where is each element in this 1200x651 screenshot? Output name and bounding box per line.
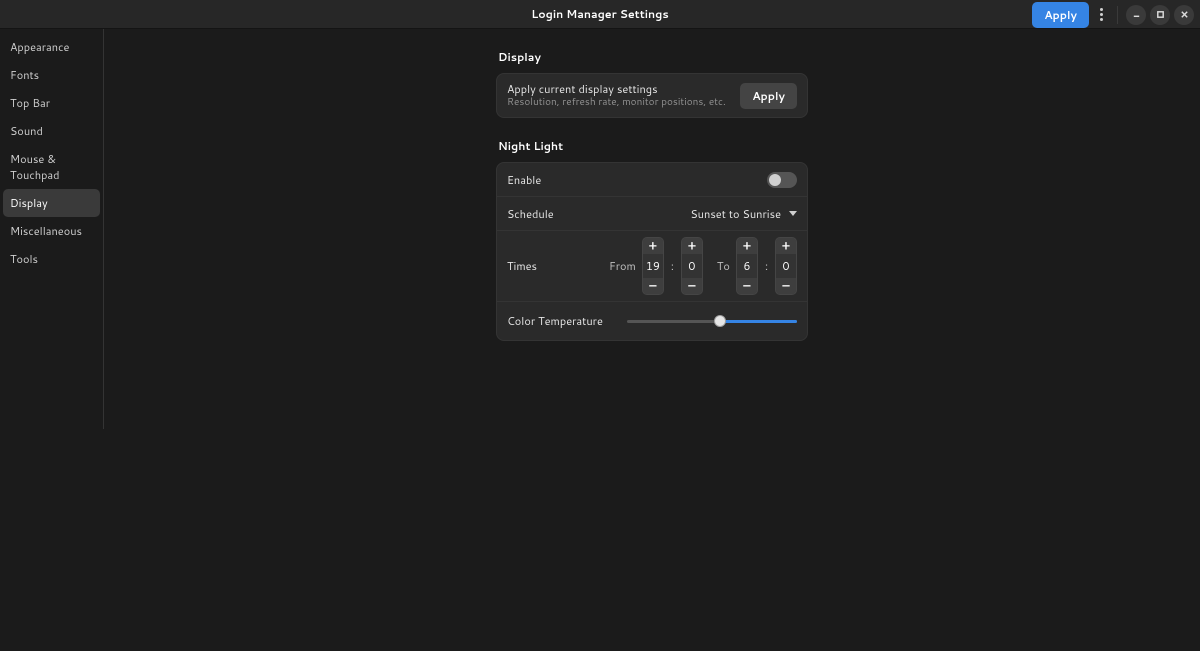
sidebar-item-miscellaneous[interactable]: Miscellaneous — [3, 217, 100, 245]
to-label: To — [717, 258, 730, 274]
to-min-value: 0 — [776, 254, 796, 278]
section-title-display: Display — [498, 49, 808, 65]
apply-display-title: Apply current display settings — [507, 82, 726, 96]
from-min-plus[interactable]: + — [682, 238, 702, 254]
night-light-card: Enable Schedule Sunset to Sunrise Times … — [496, 162, 808, 341]
separator — [1117, 6, 1118, 24]
to-hour-minus[interactable]: – — [737, 278, 757, 294]
apply-display-subtitle: Resolution, refresh rate, monitor positi… — [507, 96, 726, 109]
to-group: To + 6 – : + 0 – — [717, 237, 797, 295]
maximize-button[interactable] — [1150, 5, 1170, 25]
to-hour-spin[interactable]: + 6 – — [736, 237, 758, 295]
kebab-menu-icon[interactable] — [1093, 4, 1109, 26]
to-min-plus[interactable]: + — [776, 238, 796, 254]
sidebar-item-tools[interactable]: Tools — [3, 245, 100, 273]
slider-fill — [720, 320, 797, 323]
from-group: From + 19 – : + 0 – — [609, 237, 703, 295]
close-button[interactable] — [1174, 5, 1194, 25]
enable-row: Enable — [497, 163, 807, 197]
apply-button[interactable]: Apply — [1032, 2, 1089, 28]
from-colon: : — [670, 258, 675, 274]
body: Appearance Fonts Top Bar Sound Mouse & T… — [0, 29, 1200, 651]
schedule-row: Schedule Sunset to Sunrise — [497, 197, 807, 231]
sidebar-item-top-bar[interactable]: Top Bar — [3, 89, 100, 117]
sidebar-item-display[interactable]: Display — [3, 189, 100, 217]
slider-thumb[interactable] — [714, 315, 726, 327]
color-temp-row: Color Temperature — [497, 302, 807, 340]
from-label: From — [609, 258, 636, 274]
times-row: Times From + 19 – : + 0 — [497, 231, 807, 302]
to-min-spin[interactable]: + 0 – — [775, 237, 797, 295]
from-hour-minus[interactable]: – — [643, 278, 663, 294]
enable-label: Enable — [507, 173, 541, 187]
from-hour-plus[interactable]: + — [643, 238, 663, 254]
content-area: Display Apply current display settings R… — [104, 29, 1200, 651]
sidebar-item-fonts[interactable]: Fonts — [3, 61, 100, 89]
schedule-label: Schedule — [507, 207, 554, 221]
sidebar-item-mouse-touchpad[interactable]: Mouse & Touchpad — [3, 145, 100, 189]
window-title: Login Manager Settings — [531, 6, 668, 22]
from-min-spin[interactable]: + 0 – — [681, 237, 703, 295]
section-title-night-light: Night Light — [498, 138, 808, 154]
color-temp-slider[interactable] — [627, 312, 797, 330]
color-temp-label: Color Temperature — [507, 313, 603, 329]
apply-display-row: Apply current display settings Resolutio… — [497, 74, 807, 117]
sidebar-item-appearance[interactable]: Appearance — [3, 33, 100, 61]
apply-display-text: Apply current display settings Resolutio… — [507, 82, 726, 109]
from-hour-spin[interactable]: + 19 – — [642, 237, 664, 295]
from-hour-value: 19 — [643, 254, 663, 278]
to-hour-plus[interactable]: + — [737, 238, 757, 254]
schedule-dropdown[interactable]: Sunset to Sunrise — [690, 206, 797, 222]
schedule-value: Sunset to Sunrise — [690, 206, 781, 222]
from-min-value: 0 — [682, 254, 702, 278]
sidebar-item-sound[interactable]: Sound — [3, 117, 100, 145]
titlebar: Login Manager Settings Apply — [0, 0, 1200, 29]
times-label: Times — [507, 258, 537, 274]
enable-switch[interactable] — [767, 172, 797, 188]
display-card: Apply current display settings Resolutio… — [496, 73, 808, 118]
chevron-down-icon — [789, 211, 797, 216]
to-min-minus[interactable]: – — [776, 278, 796, 294]
titlebar-controls: Apply — [1032, 0, 1194, 29]
from-min-minus[interactable]: – — [682, 278, 702, 294]
apply-display-button[interactable]: Apply — [740, 83, 797, 109]
to-colon: : — [764, 258, 769, 274]
sidebar: Appearance Fonts Top Bar Sound Mouse & T… — [0, 29, 104, 429]
to-hour-value: 6 — [737, 254, 757, 278]
switch-knob — [769, 174, 781, 186]
minimize-button[interactable] — [1126, 5, 1146, 25]
